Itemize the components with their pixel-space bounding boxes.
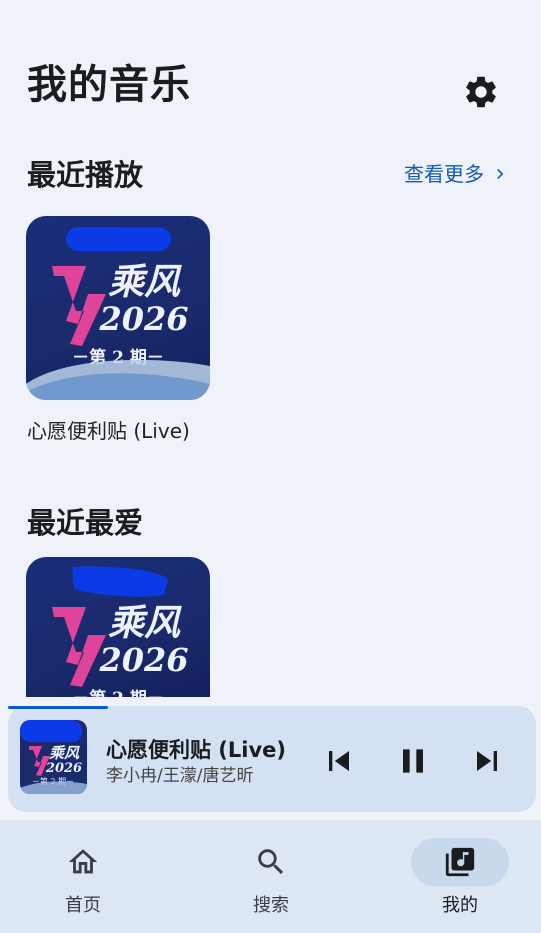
skip-next-icon — [477, 751, 497, 771]
player-cover[interactable]: 乘风 2026 －第 2 期－ — [20, 720, 87, 794]
nav-item-search[interactable]: 搜索 — [221, 838, 321, 918]
logo-mark — [52, 266, 106, 346]
home-icon — [68, 849, 98, 874]
playback-progress — [8, 706, 108, 709]
see-more-link[interactable]: 查看更多 — [404, 160, 510, 188]
gear-icon — [466, 76, 496, 108]
skip-previous-icon — [329, 751, 349, 771]
album-art: 乘风 2026 －第 2 期－ — [20, 720, 87, 794]
next-button[interactable] — [467, 741, 507, 781]
page-title: 我的音乐 — [27, 62, 191, 108]
recent-album-cover[interactable]: 乘风 2026 －第 2 期－ — [26, 216, 210, 400]
pause-button[interactable] — [393, 741, 433, 781]
recent-song-title: 心愿便利贴 (Live) — [27, 419, 190, 443]
library-music-icon — [445, 847, 475, 877]
nav-item-home[interactable]: 首页 — [33, 838, 133, 918]
cover-logo-text: 乘风 — [108, 261, 182, 303]
pause-icon — [403, 749, 423, 773]
cover-redaction — [72, 566, 168, 597]
album-art: 乘风 2026 －第 2 期－ — [26, 227, 210, 400]
logo-mark — [52, 607, 106, 687]
nav-item-mine[interactable]: 我的 — [410, 838, 510, 918]
previous-button[interactable] — [319, 741, 359, 781]
player-track-title: 心愿便利贴 (Live) — [106, 738, 287, 762]
cover-year: 2026 — [98, 300, 188, 338]
nav-label-home: 首页 — [65, 895, 101, 916]
cover-logo-text: 乘风 — [49, 744, 80, 762]
nav-label-mine: 我的 — [442, 895, 478, 916]
recent-section-title: 最近播放 — [27, 158, 144, 192]
settings-button[interactable] — [462, 73, 500, 111]
favorites-section-title: 最近最爱 — [27, 506, 144, 540]
cover-redaction — [20, 720, 82, 742]
album-art: 乘风 2026 －第 2 期－ — [52, 566, 189, 697]
see-more-label: 查看更多 — [404, 162, 484, 186]
favorite-album-cover[interactable]: 乘风 2026 －第 2 期－ — [26, 557, 210, 697]
nav-active-indicator — [411, 838, 509, 886]
nav-label-search: 搜索 — [253, 895, 289, 916]
search-icon — [258, 849, 284, 875]
cover-year: 2026 — [45, 761, 82, 776]
cover-episode: －第 2 期－ — [72, 688, 164, 697]
cover-logo-text: 乘风 — [108, 602, 182, 644]
cover-year: 2026 — [98, 641, 188, 679]
chevron-right-icon — [497, 169, 504, 179]
cover-redaction — [66, 227, 171, 251]
player-track-artist: 李小冉/王濛/唐艺昕 — [106, 766, 254, 786]
